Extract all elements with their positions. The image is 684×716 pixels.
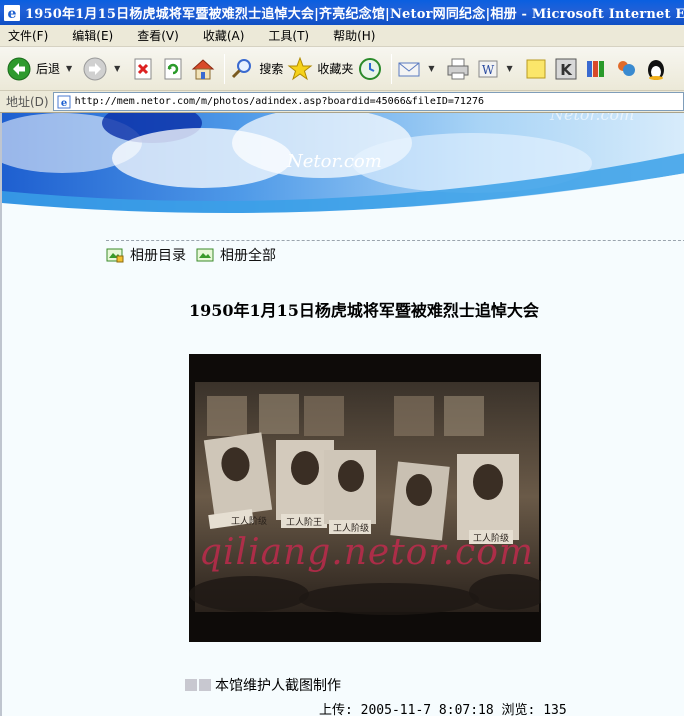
svg-text:e: e	[8, 6, 17, 21]
edit-dropdown-icon[interactable]: ▼	[507, 64, 513, 73]
printer-icon	[447, 58, 469, 79]
portrait-caption-1: 工人阶级	[231, 515, 267, 527]
memorial-photo[interactable]: 工人阶级 工人阶王 工人阶级 工人阶级 qiliang.netor.com	[189, 354, 541, 642]
upload-info: 上传: 2005-11-7 8:07:18 浏览: 135	[319, 699, 567, 716]
menu-file[interactable]: 文件(F)	[4, 26, 52, 45]
menu-tools[interactable]: 工具(T)	[264, 26, 313, 45]
refresh-button[interactable]	[160, 51, 186, 87]
back-dropdown-icon[interactable]: ▼	[66, 64, 72, 73]
kaspersky-button[interactable]: K	[553, 51, 579, 87]
history-button[interactable]	[357, 51, 383, 87]
word-icon: W	[478, 60, 498, 77]
photo-watermark: qiliang.netor.com	[199, 532, 535, 573]
svg-text:W: W	[481, 63, 494, 77]
back-button[interactable]: 后退 ▼	[6, 51, 78, 87]
memorial-photo-image: 工人阶级 工人阶王 工人阶级 工人阶级	[189, 354, 541, 642]
internet-explorer-icon: e	[4, 4, 20, 21]
menu-favorites[interactable]: 收藏(A)	[199, 26, 249, 45]
messenger-icon	[617, 60, 635, 76]
forward-arrow-icon	[83, 57, 107, 80]
stop-button[interactable]	[130, 51, 156, 87]
album-catalog-icon	[106, 248, 124, 263]
portrait-caption-2: 工人阶王	[286, 516, 322, 528]
address-label: 地址(D)	[6, 95, 49, 109]
address-input[interactable]: e http://mem.netor.com/m/photos/adindex.…	[52, 92, 684, 111]
k-icon: K	[555, 58, 577, 79]
square-icon	[185, 679, 197, 691]
banner-logo-faded: Netor.com	[550, 113, 635, 124]
favorites-button[interactable]: 收藏夹	[287, 51, 353, 87]
refresh-icon	[164, 58, 182, 79]
album-catalog-link[interactable]: 相册目录	[106, 245, 186, 265]
upload-date: 2005-11-7 8:07:18	[360, 703, 494, 716]
address-url: http://mem.netor.com/m/photos/adindex.as…	[74, 96, 485, 107]
menu-bar: 文件(F) 编辑(E) 查看(V) 收藏(A) 工具(T) 帮助(H)	[0, 25, 684, 47]
home-icon	[192, 58, 215, 79]
qq-button[interactable]	[643, 51, 669, 87]
mail-dropdown-icon[interactable]: ▼	[428, 64, 434, 73]
back-arrow-icon	[7, 57, 31, 80]
upload-label: 上传:	[319, 703, 353, 716]
forward-button[interactable]: ▼	[82, 51, 126, 87]
svg-text:e: e	[60, 98, 66, 109]
dotted-divider	[106, 240, 684, 241]
album-all-link[interactable]: 相册全部	[196, 245, 276, 265]
album-catalog-label: 相册目录	[130, 248, 186, 264]
page-icon: e	[57, 95, 71, 109]
menu-help[interactable]: 帮助(H)	[329, 26, 379, 45]
search-label: 搜索	[259, 62, 284, 76]
print-button[interactable]	[445, 51, 471, 87]
portrait-4	[390, 461, 450, 541]
penguin-icon	[647, 59, 664, 80]
research-button[interactable]	[583, 51, 609, 87]
mail-button[interactable]: ▼	[396, 51, 440, 87]
toolbar-separator	[391, 53, 393, 84]
books-icon	[586, 60, 604, 77]
search-button[interactable]: 搜索	[229, 51, 283, 87]
credit-line: 本馆维护人截图制作	[185, 675, 341, 695]
svg-text:K: K	[560, 61, 573, 79]
favorites-label: 收藏夹	[317, 62, 354, 76]
portrait-3	[324, 450, 376, 534]
star-icon	[287, 56, 313, 80]
address-bar: 地址(D) e http://mem.netor.com/m/photos/ad…	[0, 91, 684, 113]
toolbar: 后退 ▼ ▼ 搜索 收藏夹 ▼ W ▼ K	[0, 47, 684, 91]
edit-button[interactable]: W ▼	[475, 51, 519, 87]
album-all-label: 相册全部	[220, 248, 276, 264]
banner-logo: Netor.com	[287, 151, 382, 172]
menu-edit[interactable]: 编辑(E)	[68, 26, 117, 45]
toolbar-separator	[224, 53, 226, 84]
search-icon	[232, 58, 252, 78]
back-label: 后退	[36, 62, 61, 76]
stop-icon	[134, 58, 152, 79]
mail-icon	[398, 62, 420, 76]
home-button[interactable]	[190, 51, 216, 87]
portrait-5	[457, 454, 519, 544]
history-icon	[359, 57, 382, 80]
views-count: 135	[543, 703, 567, 716]
album-all-icon	[196, 248, 214, 262]
messenger-button[interactable]	[613, 51, 639, 87]
page-content: Netor.com Netor.com 相册目录 相册全部 1950年1月15日…	[0, 113, 684, 716]
photo-title: 1950年1月15日杨虎城将军暨被难烈士追悼大会	[189, 301, 539, 320]
views-label: 浏览:	[501, 703, 536, 716]
credit-text: 本馆维护人截图制作	[215, 678, 341, 694]
forward-dropdown-icon[interactable]: ▼	[114, 64, 120, 73]
window-title-bar[interactable]: e 1950年1月15日杨虎城将军暨被难烈士追悼大会|齐亮纪念馆|Netor网同…	[0, 0, 684, 25]
album-links: 相册目录 相册全部	[106, 244, 286, 266]
menu-view[interactable]: 查看(V)	[133, 26, 183, 45]
discuss-button[interactable]	[523, 51, 549, 87]
window-title: 1950年1月15日杨虎城将军暨被难烈士追悼大会|齐亮纪念馆|Netor网同纪念…	[25, 7, 684, 22]
square-icon	[199, 679, 211, 691]
note-icon	[526, 59, 546, 78]
